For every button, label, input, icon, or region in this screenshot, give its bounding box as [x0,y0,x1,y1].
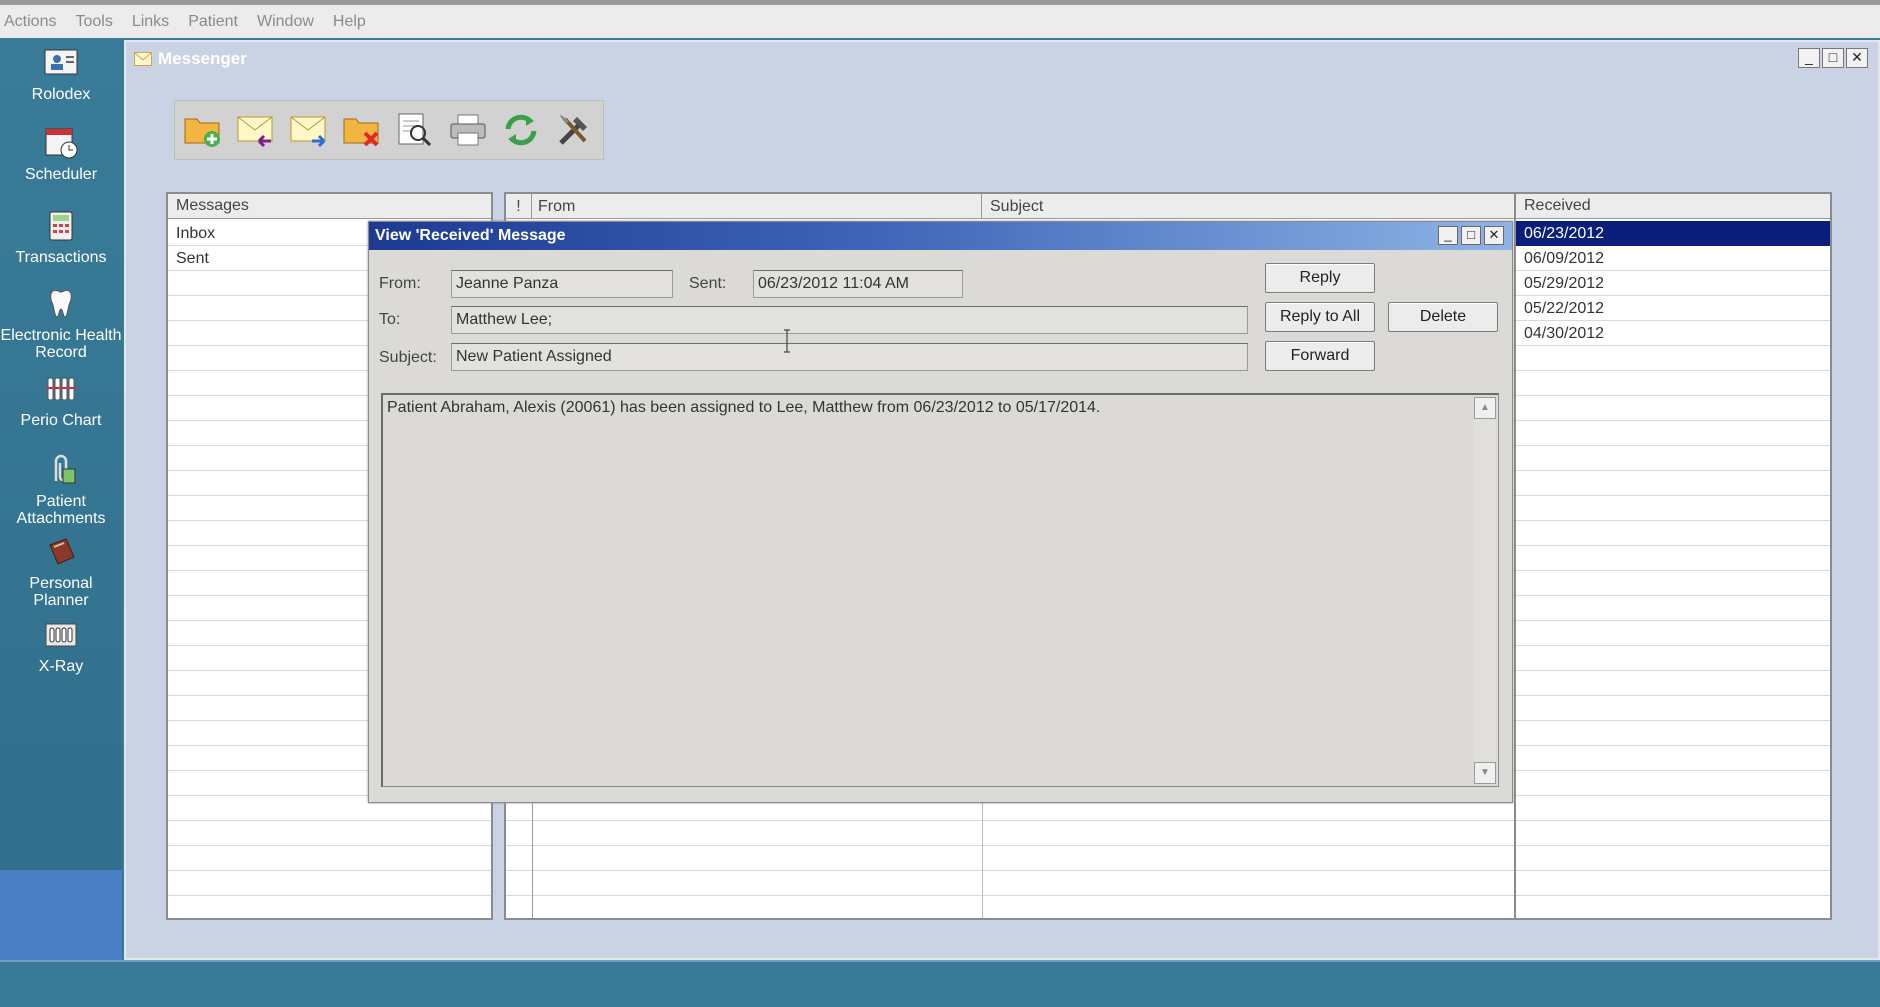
scroll-up-icon[interactable]: ▲ [1474,397,1496,419]
reply-button[interactable]: Reply [1265,263,1375,293]
reply-to-all-button[interactable]: Reply to All [1265,302,1375,332]
minimize-icon[interactable]: _ [1438,226,1458,245]
to-field: Matthew Lee; [451,306,1248,334]
print-button[interactable] [446,108,490,152]
from-label: From: [379,275,421,292]
planner-book-icon [49,538,75,565]
column-flag[interactable]: ! [506,193,532,219]
calculator-icon [49,211,73,241]
message-body-text: Patient Abraham, Alexis (20061) has been… [387,399,1101,416]
new-folder-button[interactable] [181,108,225,152]
delete-button[interactable]: Delete [1388,302,1498,332]
new-folder-icon [184,118,220,147]
receive-mail-icon [237,116,273,148]
message-list-header: ! From Subject [506,193,1556,219]
table-row-selected[interactable]: 06/23/2012 [1516,221,1830,246]
print-icon [450,114,486,146]
maximize-icon[interactable]: □ [1822,48,1844,68]
refresh-button[interactable] [499,108,543,152]
dialog-window-controls: _ □ ✕ [1438,226,1504,245]
forward-button[interactable]: Forward [1265,341,1375,371]
delete-folder-button[interactable] [340,108,384,152]
subject-field: New Patient Assigned [451,343,1248,371]
menu-tools[interactable]: Tools [75,13,112,31]
sent-field: 06/23/2012 11:04 AM [753,270,963,298]
sent-label: Sent: [689,275,727,292]
nav-rolodex[interactable]: Rolodex [0,46,122,103]
send-mail-button[interactable] [287,108,331,152]
messenger-window-controls: _ □ ✕ [1798,48,1868,68]
table-row[interactable]: 05/22/2012 [1516,296,1830,321]
message-body-scrollbar[interactable]: ▲ ▼ [1474,397,1496,784]
tooth-icon [50,289,72,318]
nav-x-ray[interactable]: X-Ray [0,618,122,675]
text-cursor-icon [784,329,790,353]
rolodex-icon [44,49,78,75]
to-label: To: [379,311,401,328]
perio-chart-icon [46,377,76,401]
close-icon[interactable]: ✕ [1846,48,1868,68]
received-rows: 06/23/2012 06/09/2012 05/29/2012 05/22/2… [1516,221,1830,918]
column-subject[interactable]: Subject [982,194,1556,219]
nav-scheduler[interactable]: Scheduler [0,126,122,183]
nav-personal-planner[interactable]: Personal Planner [0,535,122,609]
tools-icon [559,115,587,145]
nav-footer [0,870,122,960]
send-mail-icon [290,116,326,148]
scheduler-icon [45,128,78,159]
dialog-title: View 'Received' Message [375,227,566,244]
status-strip [0,960,1880,1007]
menu-links[interactable]: Links [132,13,169,31]
scroll-down-icon[interactable]: ▼ [1474,762,1496,784]
menu-help[interactable]: Help [333,13,366,31]
messenger-title: Messenger [158,49,247,68]
delete-folder-icon [343,118,379,147]
table-row[interactable]: 05/29/2012 [1516,271,1830,296]
table-row[interactable]: 04/30/2012 [1516,321,1830,346]
menu-window[interactable]: Window [257,13,314,31]
minimize-icon[interactable]: _ [1798,48,1820,68]
paperclip-icon [54,454,76,484]
message-body[interactable]: Patient Abraham, Alexis (20061) has been… [381,393,1499,787]
nav-electronic-health-record[interactable]: Electronic Health Record [0,287,122,361]
folders-header: Messages [168,194,491,219]
nav-transactions[interactable]: Transactions [0,209,122,266]
nav-perio-chart[interactable]: Perio Chart [0,372,122,429]
subject-label: Subject: [379,349,437,366]
menu-bar: Actions Tools Links Patient Window Help [0,0,1880,38]
xray-icon [45,623,77,647]
tools-button[interactable] [552,108,596,152]
maximize-icon[interactable]: □ [1461,226,1481,245]
received-pane: Received 06/23/2012 06/09/2012 05/29/201… [1514,192,1832,920]
column-received[interactable]: Received [1516,194,1830,219]
preview-button[interactable] [393,108,437,152]
refresh-icon [505,114,537,146]
left-navigation: Rolodex Scheduler Transactions Electroni… [0,38,122,960]
close-icon[interactable]: ✕ [1484,226,1504,245]
from-field: Jeanne Panza [451,270,673,298]
messenger-toolbar [174,100,604,160]
receive-mail-button[interactable] [234,108,278,152]
menu-actions[interactable]: Actions [4,13,56,31]
messenger-titlebar: Messenger [126,42,1878,76]
nav-patient-attachments[interactable]: Patient Attachments [0,453,122,527]
preview-icon [398,113,432,147]
view-message-dialog: View 'Received' Message _ □ ✕ From: Jean… [368,221,1513,803]
envelope-icon [134,52,152,66]
table-row[interactable]: 06/09/2012 [1516,246,1830,271]
dialog-titlebar: View 'Received' Message [369,222,1512,250]
menu-patient[interactable]: Patient [188,13,238,31]
column-from[interactable]: From [532,193,982,219]
